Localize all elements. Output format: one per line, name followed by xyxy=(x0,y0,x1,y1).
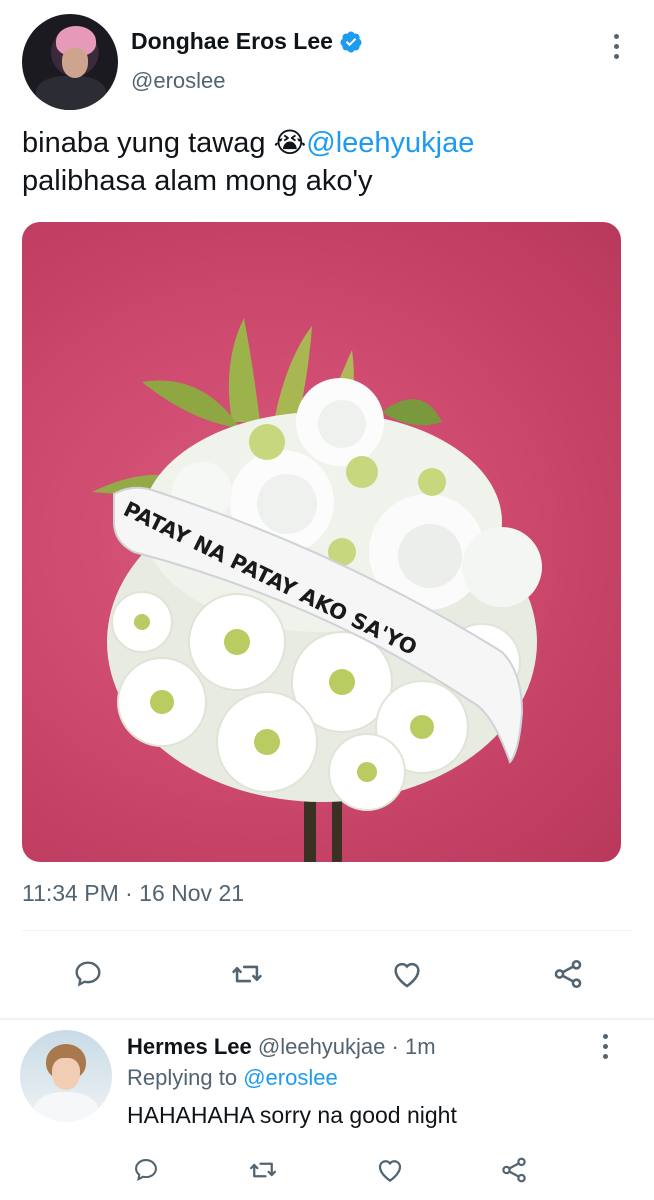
reply-author-avatar[interactable] xyxy=(20,1030,112,1122)
reply-author-name[interactable]: Hermes Lee xyxy=(127,1034,252,1059)
reply-author-handle[interactable]: @leehyukjae xyxy=(258,1034,386,1059)
tweet-text: binaba yung tawag 😭@leehyukjae palibhasa… xyxy=(22,124,632,200)
like-icon[interactable] xyxy=(387,954,427,994)
tweet-text-line2: palibhasa alam mong ako'y xyxy=(22,165,373,197)
replying-to: Replying to @eroslee xyxy=(127,1065,338,1091)
verified-badge-icon xyxy=(340,31,362,52)
crying-face-emoji: 😭 xyxy=(273,126,307,159)
reply-like-icon[interactable] xyxy=(370,1150,410,1190)
tweet-timestamp[interactable]: 11:34 PM · 16 Nov 21 xyxy=(22,880,244,907)
reply-header: Hermes Lee @leehyukjae · 1m xyxy=(127,1034,436,1060)
reply-more-options-icon[interactable] xyxy=(595,1034,615,1060)
author-display-name[interactable]: Donghae Eros Lee xyxy=(131,28,333,55)
share-icon[interactable] xyxy=(548,954,588,994)
reply-reply-icon[interactable] xyxy=(126,1150,166,1190)
reply-text: HAHAHAHA sorry na good night xyxy=(127,1102,457,1128)
section-divider xyxy=(0,1018,654,1020)
reply-icon[interactable] xyxy=(68,954,108,994)
more-options-icon[interactable] xyxy=(606,34,626,60)
tweet-text-line1: binaba yung tawag xyxy=(22,127,274,159)
reply-retweet-icon[interactable] xyxy=(243,1150,283,1190)
divider xyxy=(22,930,632,931)
author-name-row[interactable]: Donghae Eros Lee xyxy=(131,28,363,55)
reply-time: · 1m xyxy=(391,1034,436,1059)
author-handle[interactable]: @eroslee xyxy=(131,68,226,94)
author-avatar[interactable] xyxy=(22,14,118,110)
tweet-media-image[interactable]: PATAY NA PATAY AKO SA'YO xyxy=(22,222,621,862)
replying-to-handle[interactable]: @eroslee xyxy=(243,1065,338,1090)
flower-bouquet-image: PATAY NA PATAY AKO SA'YO xyxy=(92,318,542,862)
replying-to-label: Replying to xyxy=(127,1065,238,1090)
reply-share-icon[interactable] xyxy=(494,1150,534,1190)
mention-link[interactable]: @leehyukjae xyxy=(306,127,474,159)
retweet-icon[interactable] xyxy=(227,954,267,994)
